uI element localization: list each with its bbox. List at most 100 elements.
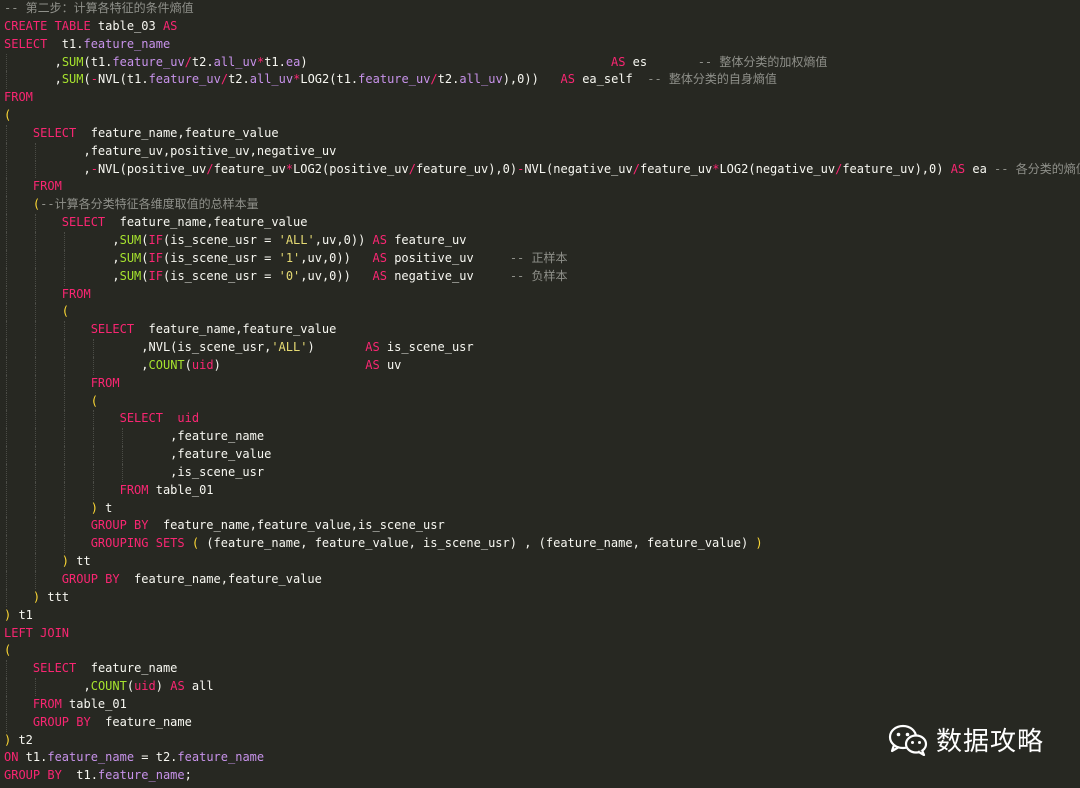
code-token: AS <box>950 161 966 176</box>
code-editor: -- 第二步：计算各特征的条件熵值 CREATE TABLE table_03 A… <box>0 0 1080 788</box>
code-line: ,feature_name <box>4 428 1080 447</box>
indent-guide <box>34 214 37 232</box>
code-token: , <box>141 357 149 372</box>
code-token: feature_name <box>76 661 178 676</box>
code-token: GROUPING SETS <box>90 536 185 551</box>
code-token: ) <box>300 54 308 69</box>
code-token: ( <box>141 250 149 265</box>
code-line: ,-NVL(positive_uv/feature_uv*LOG2(positi… <box>4 160 1080 179</box>
code-token: t1. <box>264 54 286 69</box>
code-token: positive_uv <box>386 250 510 265</box>
code-token: feature_uv <box>415 161 489 176</box>
code-token: AS <box>365 357 380 372</box>
code-token: ON <box>4 750 19 765</box>
code-token: * <box>285 161 294 176</box>
indent-guide <box>6 695 8 714</box>
code-token: -- 整体分类的加权熵值 <box>697 54 828 69</box>
code-token: ( <box>119 72 127 87</box>
code-line: GROUP BY t1.feature_name; <box>4 767 1080 785</box>
indent-guide <box>6 160 8 179</box>
indent-guide <box>34 303 37 322</box>
indent-guide <box>6 428 8 447</box>
code-token: SELECT <box>4 36 48 51</box>
indent-guide <box>63 428 66 447</box>
code-line: SELECT uid <box>4 410 1080 429</box>
code-token: / <box>408 161 416 176</box>
code-token: feature_uv <box>112 54 185 69</box>
indent-guide <box>6 142 8 161</box>
code-line: FROM <box>4 89 1080 107</box>
code-token: feature_uv <box>639 161 713 176</box>
code-line: FROM table_01 <box>4 481 1080 500</box>
code-token: ( <box>61 304 70 319</box>
code-token: SELECT <box>119 411 163 426</box>
watermark-text: 数据攻略 <box>935 727 1044 757</box>
code-line: FROM <box>4 374 1080 393</box>
indent-guide <box>92 428 95 447</box>
code-token: ) <box>307 340 366 355</box>
indent-guide <box>6 481 8 500</box>
code-line: ,feature_uv,positive_uv,negative_uv <box>4 142 1080 161</box>
code-token: ( <box>184 357 192 372</box>
code-token: ,feature_name <box>170 429 265 444</box>
code-token: FROM <box>90 375 120 390</box>
code-token: LEFT JOIN <box>4 625 70 640</box>
indent-guide <box>6 660 8 679</box>
code-token: SUM <box>119 268 142 283</box>
indent-guide <box>6 339 8 357</box>
indent-guide <box>6 535 8 554</box>
code-token: -- 正样本 <box>509 250 568 265</box>
indent-guide <box>6 374 8 393</box>
indent-guide <box>63 249 66 268</box>
code-line: GROUPING SETS ( (feature_name, feature_v… <box>4 535 1080 554</box>
code-token: 'ALL' <box>278 232 315 247</box>
code-token: negative_uv <box>755 161 836 176</box>
code-token: ( <box>126 679 135 694</box>
indent-guide <box>6 285 8 304</box>
code-token: FROM <box>32 696 62 711</box>
indent-guide <box>34 428 37 447</box>
indent-guide <box>6 517 8 536</box>
code-line: SELECT feature_name,feature_value <box>4 214 1080 232</box>
code-token: uid <box>177 411 200 426</box>
indent-guide <box>6 499 8 518</box>
indent-guide <box>34 678 37 696</box>
code-token: feature_uv <box>148 72 221 87</box>
code-token: COUNT <box>148 357 185 372</box>
code-token: ) <box>61 554 70 569</box>
indent-guide <box>34 499 37 518</box>
code-line: ( <box>4 303 1080 322</box>
code-line: ( <box>4 392 1080 411</box>
code-token: uid <box>134 679 156 694</box>
indent-guide <box>34 553 37 571</box>
indent-guide <box>6 410 8 429</box>
code-line: ( <box>4 642 1080 660</box>
code-line: ,COUNT(uid) AS uv <box>4 356 1080 375</box>
code-token: SELECT <box>32 661 77 676</box>
indent-guide <box>63 339 66 357</box>
code-token: --计算各分类特征各维度取值的总样本量 <box>40 197 259 212</box>
code-token: SUM <box>61 72 84 87</box>
code-token: / <box>206 161 214 176</box>
indent-guide <box>34 410 37 429</box>
code-token: ; <box>184 768 192 783</box>
code-line: SELECT feature_name <box>4 660 1080 679</box>
code-token: feature_name,feature_value <box>105 215 308 230</box>
code-token: / <box>632 161 640 176</box>
code-token: is_scene_usr = <box>170 250 279 265</box>
code-token: AS <box>372 268 387 283</box>
indent-guide <box>34 374 37 393</box>
code-line: ,is_scene_usr <box>4 463 1080 482</box>
